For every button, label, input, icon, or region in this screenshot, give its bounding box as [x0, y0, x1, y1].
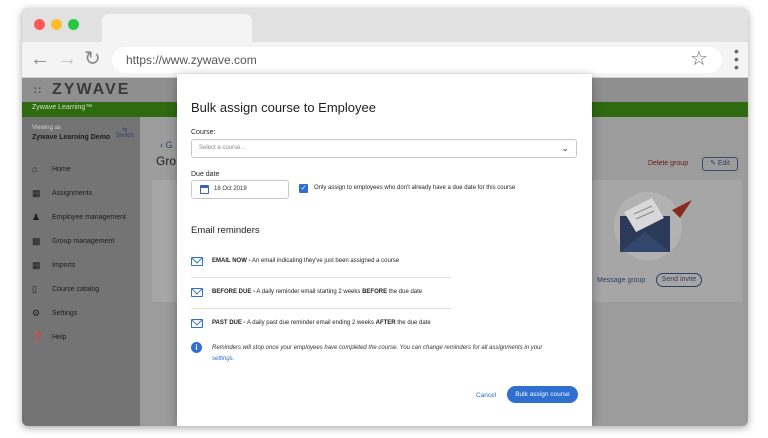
bookmark-star-icon[interactable]: ☆: [690, 48, 708, 70]
reminder-tag: EMAIL NOW -: [212, 258, 251, 264]
close-window-button[interactable]: [34, 19, 45, 30]
settings-link[interactable]: settings.: [212, 356, 234, 362]
bulk-assign-dialog: Bulk assign course to Employee Course: S…: [177, 74, 592, 426]
sidebar-item-settings[interactable]: ⚙ Settings: [32, 308, 140, 324]
mail-icon: [191, 288, 203, 297]
sidebar-item-label: Group management: [52, 238, 115, 245]
help-icon: ❓: [32, 332, 44, 342]
browser-menu-icon[interactable]: • • •: [734, 44, 740, 74]
product-name: Zywave Learning™: [32, 104, 93, 111]
chevron-down-icon: ⌄: [561, 143, 569, 153]
sidebar-item-assignments[interactable]: ▦ Assignments: [32, 188, 140, 204]
sidebar-item-employee-management[interactable]: ♟ Employee management: [32, 212, 140, 228]
email-reminders-title: Email reminders: [191, 225, 260, 236]
forward-arrow-icon[interactable]: →: [57, 49, 77, 69]
reminder-text: An email indicating they've just been as…: [250, 258, 400, 264]
url-input[interactable]: https://www.zywave.com: [112, 47, 722, 73]
reminders-info: Reminders will stop once your employees …: [212, 343, 582, 365]
reminder-text: A daily reminder email starting 2 weeks: [255, 289, 363, 295]
sidebar-item-label: Settings: [52, 310, 78, 317]
page-title: Gro: [156, 154, 177, 168]
due-date-label: Due date: [191, 171, 220, 178]
switch-label: Switch: [116, 133, 134, 139]
address-bar-row: ← → ↻ https://www.zywave.com ☆ • • •: [22, 42, 748, 78]
back-link[interactable]: ‹ G: [160, 140, 173, 150]
reminder-tag: BEFORE DUE -: [212, 289, 256, 295]
gear-icon: ⚙: [32, 308, 41, 318]
viewing-as-label: Viewing as: [32, 125, 61, 131]
sidebar: Viewing as Zywave Learning Demo ⇆ Switch …: [22, 117, 140, 426]
due-date-value: 18 Oct 2019: [214, 186, 247, 192]
sidebar-item-course-catalog[interactable]: ▯ Course catalog: [32, 284, 140, 300]
sidebar-item-label: Home: [52, 166, 71, 173]
reminder-tag: PAST DUE -: [212, 320, 246, 326]
zywave-logo: ZYWAVE: [52, 81, 131, 98]
send-invite-button[interactable]: Send invite: [656, 273, 702, 287]
dialog-title: Bulk assign course to Employee: [191, 100, 376, 115]
person-icon: ♟: [32, 212, 41, 222]
info-text: Reminders will stop once your employees …: [212, 345, 543, 351]
sidebar-item-label: Help: [52, 334, 67, 341]
edit-label: Edit: [717, 160, 730, 167]
course-placeholder: Select a course...: [199, 145, 246, 151]
edit-button[interactable]: ✎ Edit: [702, 157, 738, 171]
back-label: G: [165, 140, 173, 150]
sidebar-item-label: Assignments: [52, 190, 93, 197]
app-launcher-icon[interactable]: ∷: [34, 84, 41, 97]
sidebar-item-group-management[interactable]: ▩ Group management: [32, 236, 140, 252]
book-icon: ▯: [32, 284, 37, 294]
reminder-tail: the due date: [395, 320, 431, 326]
course-select[interactable]: Select a course... ⌄: [191, 139, 577, 158]
sidebar-item-label: Imports: [52, 262, 76, 269]
cancel-button[interactable]: Cancel: [476, 392, 496, 399]
org-name: Zywave Learning Demo: [32, 134, 111, 141]
reminder-emphasis: AFTER: [375, 320, 396, 326]
mail-icon: [191, 319, 203, 328]
group-icon: ▩: [32, 236, 41, 246]
course-label: Course:: [191, 129, 216, 136]
sidebar-item-help[interactable]: ❓ Help: [32, 332, 140, 348]
reminder-before-due: BEFORE DUE - A daily reminder email star…: [191, 288, 471, 302]
back-arrow-icon[interactable]: ←: [30, 49, 50, 69]
calendar-icon: [200, 185, 209, 194]
browser-titlebar: [22, 8, 748, 42]
delete-group-link[interactable]: Delete group: [648, 160, 688, 167]
reminder-tail: the due date: [387, 289, 423, 295]
info-icon: i: [191, 342, 202, 353]
switch-button[interactable]: ⇆ Switch: [116, 126, 134, 139]
minimize-window-button[interactable]: [51, 19, 62, 30]
home-icon: ⌂: [32, 164, 38, 174]
only-unassigned-checkbox[interactable]: ✓: [299, 184, 308, 193]
sidebar-item-label: Course catalog: [52, 286, 100, 293]
reminder-email-now: EMAIL NOW - An email indicating they've …: [191, 257, 471, 271]
divider: [191, 308, 451, 309]
grid-icon: ▦: [32, 260, 41, 270]
due-date-input[interactable]: 18 Oct 2019: [191, 180, 289, 199]
browser-window: ← → ↻ https://www.zywave.com ☆ • • • ∷ ZYW…: [22, 8, 748, 426]
sidebar-item-home[interactable]: ⌂ Home: [32, 164, 140, 180]
checkbox-label: Only assign to employees who don't alrea…: [314, 185, 516, 191]
reminder-emphasis: BEFORE: [362, 289, 388, 295]
mail-icon: [191, 257, 203, 266]
calendar-icon: ▦: [32, 188, 41, 198]
browser-tab[interactable]: [102, 14, 252, 42]
bulk-assign-button[interactable]: Bulk assign course: [507, 386, 578, 403]
reminder-past-due: PAST DUE - A daily past due reminder ema…: [191, 319, 471, 333]
message-group-link[interactable]: Message group: [597, 277, 645, 284]
divider: [191, 277, 451, 278]
reminder-text: A daily past due reminder email ending 2…: [245, 320, 376, 326]
sidebar-item-label: Employee management: [52, 214, 126, 221]
reload-icon[interactable]: ↻: [84, 49, 101, 69]
maximize-window-button[interactable]: [68, 19, 79, 30]
sidebar-item-imports[interactable]: ▦ Imports: [32, 260, 140, 276]
envelope-illustration: [614, 192, 692, 260]
